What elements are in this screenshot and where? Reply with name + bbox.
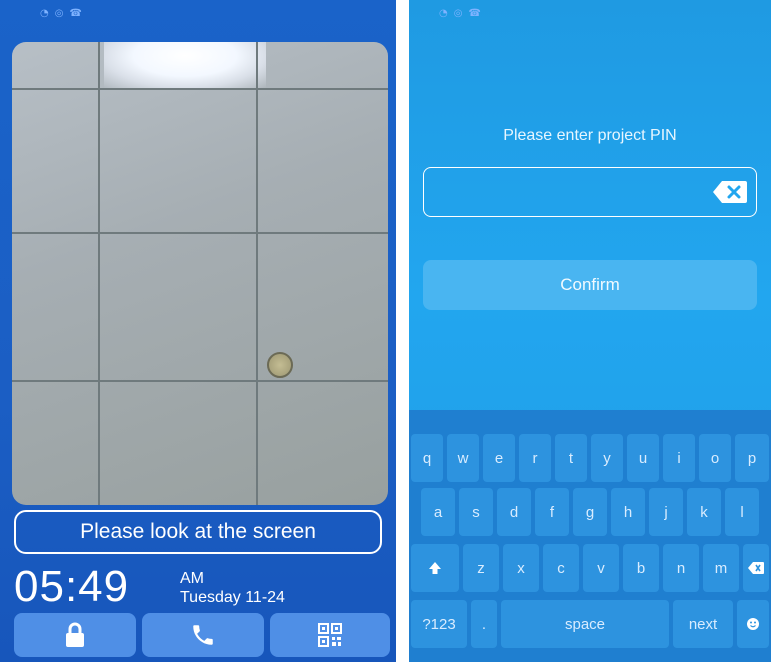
key-q[interactable]: q — [411, 434, 443, 482]
key-d[interactable]: d — [497, 488, 531, 536]
shift-icon — [429, 562, 441, 574]
status-icon-2: ◎ — [453, 8, 463, 19]
key-n[interactable]: n — [663, 544, 699, 592]
key-j[interactable]: j — [649, 488, 683, 536]
key-g[interactable]: g — [573, 488, 607, 536]
on-screen-keyboard: q w e r t y u i o p a s d f g h j k l z … — [409, 410, 771, 662]
pin-field — [423, 167, 757, 218]
backspace-clear-icon[interactable] — [712, 180, 748, 204]
next-key[interactable]: next — [673, 600, 733, 648]
pin-prompt: Please enter project PIN — [503, 127, 677, 144]
key-t[interactable]: t — [555, 434, 587, 482]
status-icons: ◔ ◎ ☎ — [439, 8, 481, 19]
symbols-key[interactable]: ?123 — [411, 600, 467, 648]
status-icon-3: ☎ — [468, 8, 481, 19]
call-button[interactable] — [142, 613, 264, 657]
status-icons: ◔ ◎ ☎ — [40, 8, 82, 19]
tile-line — [98, 42, 100, 505]
face-recognition-screen: ◔ ◎ ☎ Please look at the screen 05:49 AM… — [0, 0, 396, 662]
key-i[interactable]: i — [663, 434, 695, 482]
key-c[interactable]: c — [543, 544, 579, 592]
qr-code-button[interactable] — [270, 613, 390, 657]
key-l[interactable]: l — [725, 488, 759, 536]
look-at-screen-notice: Please look at the screen — [14, 510, 382, 554]
phone-icon — [193, 625, 213, 645]
emoji-icon — [747, 618, 759, 630]
status-icon-3: ☎ — [69, 8, 82, 19]
key-m[interactable]: m — [703, 544, 739, 592]
backspace-key[interactable] — [743, 544, 769, 592]
status-icon-1: ◔ — [40, 8, 49, 19]
key-r[interactable]: r — [519, 434, 551, 482]
key-a[interactable]: a — [421, 488, 455, 536]
lock-icon — [66, 622, 84, 647]
status-icon-1: ◔ — [439, 8, 448, 19]
pin-entry-screen: ◔ ◎ ☎ Please enter project PIN Confirm q… — [409, 0, 771, 662]
key-k[interactable]: k — [687, 488, 721, 536]
ceiling-sprinkler — [267, 352, 293, 378]
clock-period: AM — [180, 570, 204, 587]
clock-time: 05:49 — [14, 562, 130, 611]
key-e[interactable]: e — [483, 434, 515, 482]
key-h[interactable]: h — [611, 488, 645, 536]
key-o[interactable]: o — [699, 434, 731, 482]
unlock-button[interactable] — [14, 613, 136, 657]
qr-code-icon — [318, 623, 342, 647]
space-key[interactable]: space — [501, 600, 669, 648]
shift-key[interactable] — [411, 544, 459, 592]
key-p[interactable]: p — [735, 434, 769, 482]
tile-line — [12, 88, 388, 90]
tile-line — [12, 232, 388, 234]
emoji-key[interactable] — [737, 600, 769, 648]
key-b[interactable]: b — [623, 544, 659, 592]
period-key[interactable]: . — [471, 600, 497, 648]
tile-line — [256, 42, 258, 505]
camera-preview — [12, 42, 388, 505]
key-w[interactable]: w — [447, 434, 479, 482]
confirm-button[interactable]: Confirm — [423, 260, 757, 310]
tile-line — [12, 380, 388, 382]
key-x[interactable]: x — [503, 544, 539, 592]
key-z[interactable]: z — [463, 544, 499, 592]
pin-input[interactable] — [424, 168, 718, 218]
key-s[interactable]: s — [459, 488, 493, 536]
key-u[interactable]: u — [627, 434, 659, 482]
key-y[interactable]: y — [591, 434, 623, 482]
ceiling-light — [104, 42, 266, 88]
clock-date: Tuesday 11-24 — [180, 589, 285, 606]
backspace-icon — [748, 562, 764, 574]
key-f[interactable]: f — [535, 488, 569, 536]
status-icon-2: ◎ — [54, 8, 64, 19]
key-v[interactable]: v — [583, 544, 619, 592]
